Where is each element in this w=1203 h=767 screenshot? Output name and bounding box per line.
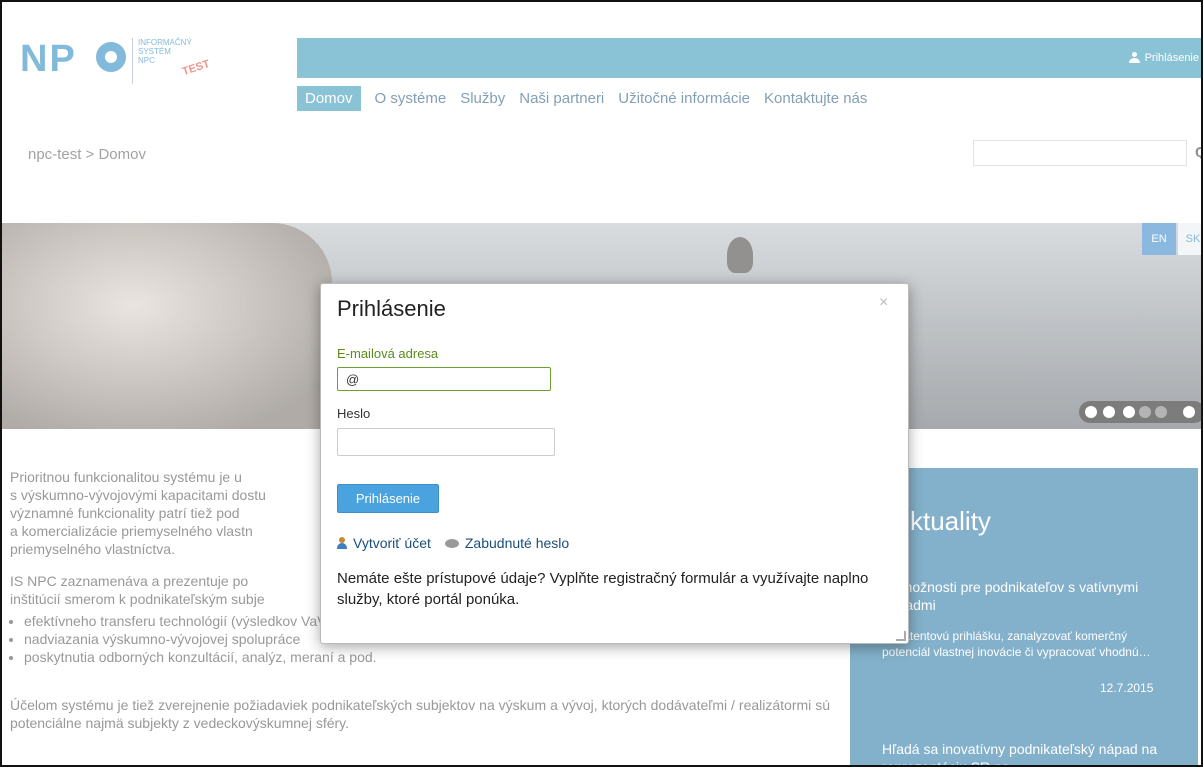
add-user-icon: [337, 537, 349, 549]
account-links: Vytvoriť účet Zabudnuté heslo: [337, 535, 569, 551]
email-label: E-mailová adresa: [337, 346, 439, 361]
browser-frame: NP INFORMAČNÝ SYSTÉM NPC TEST Prihláseni…: [0, 0, 1203, 767]
password-label: Heslo: [337, 406, 371, 421]
page: NP INFORMAČNÝ SYSTÉM NPC TEST Prihláseni…: [2, 2, 1201, 765]
registration-info: Nemáte ešte prístupové údaje? Vyplňte re…: [337, 570, 869, 608]
comment-icon: [444, 539, 459, 548]
forgot-password-link[interactable]: Zabudnuté heslo: [465, 535, 569, 551]
login-button[interactable]: Prihlásenie: [337, 484, 439, 513]
resize-handle[interactable]: [896, 631, 906, 641]
email-field[interactable]: @: [337, 367, 551, 391]
login-modal: Prihlásenie × E-mailová adresa @ Heslo P…: [320, 283, 909, 644]
modal-title: Prihlásenie: [337, 296, 446, 321]
close-icon[interactable]: ×: [879, 294, 888, 312]
create-account-link[interactable]: Vytvoriť účet: [353, 535, 431, 551]
password-field[interactable]: [337, 428, 555, 456]
